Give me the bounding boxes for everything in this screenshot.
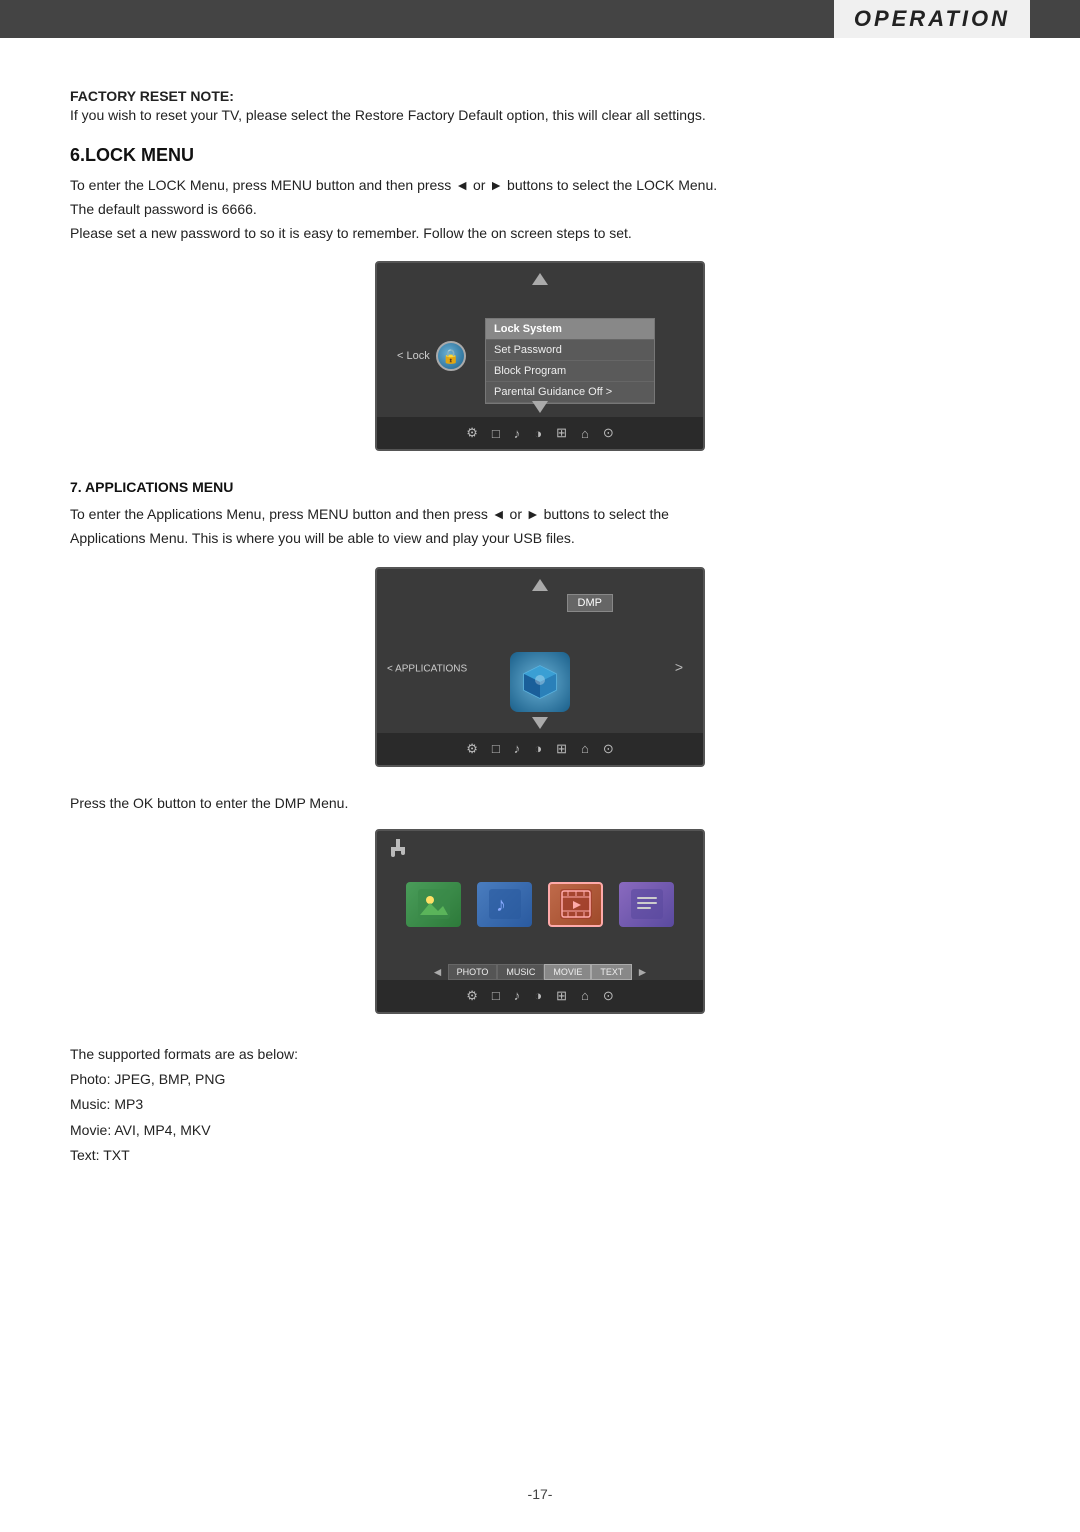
lock-menu-item-set-password: Set Password xyxy=(486,340,654,361)
dmp-nav-arrow-left: ◄ xyxy=(428,965,448,979)
apps-tv-icon-usb: ⊙ xyxy=(603,741,614,757)
apps-screen-inner: DMP < APPLICATIONS xyxy=(377,569,703,765)
tv-icon-bar-dmp: ⚙ □ ♪ ◑ ⊞ ⌂ ⊙ xyxy=(377,980,703,1012)
arrow-up-icon xyxy=(532,273,548,285)
lock-menu-item-lock-system: Lock System xyxy=(486,319,654,340)
apps-cube-icon xyxy=(510,652,570,712)
dmp-text-icon xyxy=(619,882,674,927)
dmp-label-photo: PHOTO xyxy=(448,964,498,980)
dmp-label-bar: ◄ PHOTO MUSIC MOVIE TEXT ► xyxy=(377,964,703,980)
dmp-tv-icon-lock2: ⌂ xyxy=(581,988,589,1003)
tv-icon-display: □ xyxy=(492,426,500,441)
header-bar: OPERATION xyxy=(0,0,1080,38)
tv-icon-bar-apps: ⚙ □ ♪ ◑ ⊞ ⌂ ⊙ xyxy=(377,733,703,765)
tv-icon-lock2: ⌂ xyxy=(581,426,589,441)
tv-icon-gear: ⚙ xyxy=(466,425,478,441)
apps-menu-para2: Applications Menu. This is where you wil… xyxy=(70,530,575,546)
dmp-media-row: ♪ xyxy=(377,874,703,935)
lock-menu-item-block-program: Block Program xyxy=(486,361,654,382)
lock-icon: 🔒 xyxy=(436,341,466,371)
dmp-label-movie: MOVIE xyxy=(544,964,591,980)
lock-menu-para2: The default password is 6666. xyxy=(70,201,257,217)
supported-formats-music: Music: MP3 xyxy=(70,1092,1010,1117)
supported-formats-photo: Photo: JPEG, BMP, PNG xyxy=(70,1067,1010,1092)
lock-label-area: < Lock 🔒 xyxy=(397,341,466,371)
dmp-photo-icon xyxy=(406,882,461,927)
dmp-screen-inner: ♪ xyxy=(377,831,703,1012)
dmp-tv-icon-gear: ⚙ xyxy=(466,988,478,1004)
apps-menu-section: 7. APPLICATIONS MENU To enter the Applic… xyxy=(70,479,1010,767)
dmp-tv-icon-usb: ⊙ xyxy=(603,988,614,1004)
apps-label-area: < APPLICATIONS xyxy=(387,664,467,675)
apps-menu-heading: 7. APPLICATIONS MENU xyxy=(70,479,1010,495)
apps-dmp-label: DMP xyxy=(567,594,613,612)
lock-screen-inner: < Lock 🔒 Lock System Set Password Block … xyxy=(377,263,703,449)
lock-menu-section: 6.LOCK MENU To enter the LOCK Menu, pres… xyxy=(70,145,1010,451)
apps-tv-icon-music: ♪ xyxy=(514,741,521,756)
apps-tv-icon-grid: ⊞ xyxy=(556,741,567,757)
dmp-tv-icon-display: □ xyxy=(492,988,500,1003)
apps-arrow-right-icon: > xyxy=(675,659,683,675)
dmp-music-icon: ♪ xyxy=(477,882,532,927)
dmp-movie-icon xyxy=(548,882,603,927)
supported-formats-movie: Movie: AVI, MP4, MKV xyxy=(70,1118,1010,1143)
dmp-usb-icon xyxy=(377,831,703,874)
lock-screen-box: < Lock 🔒 Lock System Set Password Block … xyxy=(375,261,705,451)
arrow-down-icon xyxy=(532,401,548,413)
apps-menu-body: To enter the Applications Menu, press ME… xyxy=(70,503,1010,551)
dmp-tv-screen: ♪ xyxy=(70,829,1010,1014)
apps-arrow-up-icon xyxy=(532,579,548,591)
lock-menu-item-parental: Parental Guidance Off > xyxy=(486,382,654,403)
apps-tv-icon-lock2: ⌂ xyxy=(581,741,589,756)
factory-reset-section: FACTORY RESET NOTE: If you wish to reset… xyxy=(70,88,1010,123)
dmp-label-text: TEXT xyxy=(591,964,632,980)
dmp-screen-box: ♪ xyxy=(375,829,705,1014)
dmp-tv-icon-clock: ◑ xyxy=(534,988,542,1003)
dmp-label-music: MUSIC xyxy=(497,964,544,980)
apps-arrow-down-icon xyxy=(532,717,548,729)
apps-menu-para1: To enter the Applications Menu, press ME… xyxy=(70,506,669,522)
tv-icon-usb: ⊙ xyxy=(603,425,614,441)
lock-menu-heading: 6.LOCK MENU xyxy=(70,145,1010,166)
dmp-tv-icon-grid: ⊞ xyxy=(556,988,567,1004)
factory-reset-body: If you wish to reset your TV, please sel… xyxy=(70,107,1010,123)
supported-formats-text: Text: TXT xyxy=(70,1143,1010,1168)
apps-tv-icon-gear: ⚙ xyxy=(466,741,478,757)
lock-menu-para1: To enter the LOCK Menu, press MENU butto… xyxy=(70,177,717,193)
apps-tv-screen: DMP < APPLICATIONS xyxy=(70,567,1010,767)
svg-text:♪: ♪ xyxy=(496,894,506,916)
tv-icon-clock: ◑ xyxy=(534,426,542,441)
lock-menu-body: To enter the LOCK Menu, press MENU butto… xyxy=(70,174,1010,245)
tv-icon-grid: ⊞ xyxy=(556,425,567,441)
apps-label-text: < APPLICATIONS xyxy=(387,664,467,675)
press-ok-text: Press the OK button to enter the DMP Men… xyxy=(70,795,1010,811)
apps-tv-icon-display: □ xyxy=(492,741,500,756)
lock-menu-popup: Lock System Set Password Block Program P… xyxy=(485,318,655,404)
tv-icon-music: ♪ xyxy=(514,426,521,441)
tv-icon-bar-lock: ⚙ □ ♪ ◑ ⊞ ⌂ ⊙ xyxy=(377,417,703,449)
dmp-nav-arrow-right: ► xyxy=(632,965,652,979)
supported-formats-section: The supported formats are as below: Phot… xyxy=(70,1042,1010,1168)
page-number: -17- xyxy=(528,1486,553,1502)
page-title: OPERATION xyxy=(834,0,1030,38)
apps-tv-icon-clock: ◑ xyxy=(534,741,542,756)
factory-reset-title: FACTORY RESET NOTE: xyxy=(70,88,1010,104)
supported-formats-title: The supported formats are as below: xyxy=(70,1042,1010,1067)
dmp-tv-icon-music: ♪ xyxy=(514,988,521,1003)
lock-menu-para3: Please set a new password to so it is ea… xyxy=(70,225,632,241)
apps-screen-box: DMP < APPLICATIONS xyxy=(375,567,705,767)
lock-label-text: < Lock xyxy=(397,350,430,362)
lock-menu-tv-screen: < Lock 🔒 Lock System Set Password Block … xyxy=(70,261,1010,451)
